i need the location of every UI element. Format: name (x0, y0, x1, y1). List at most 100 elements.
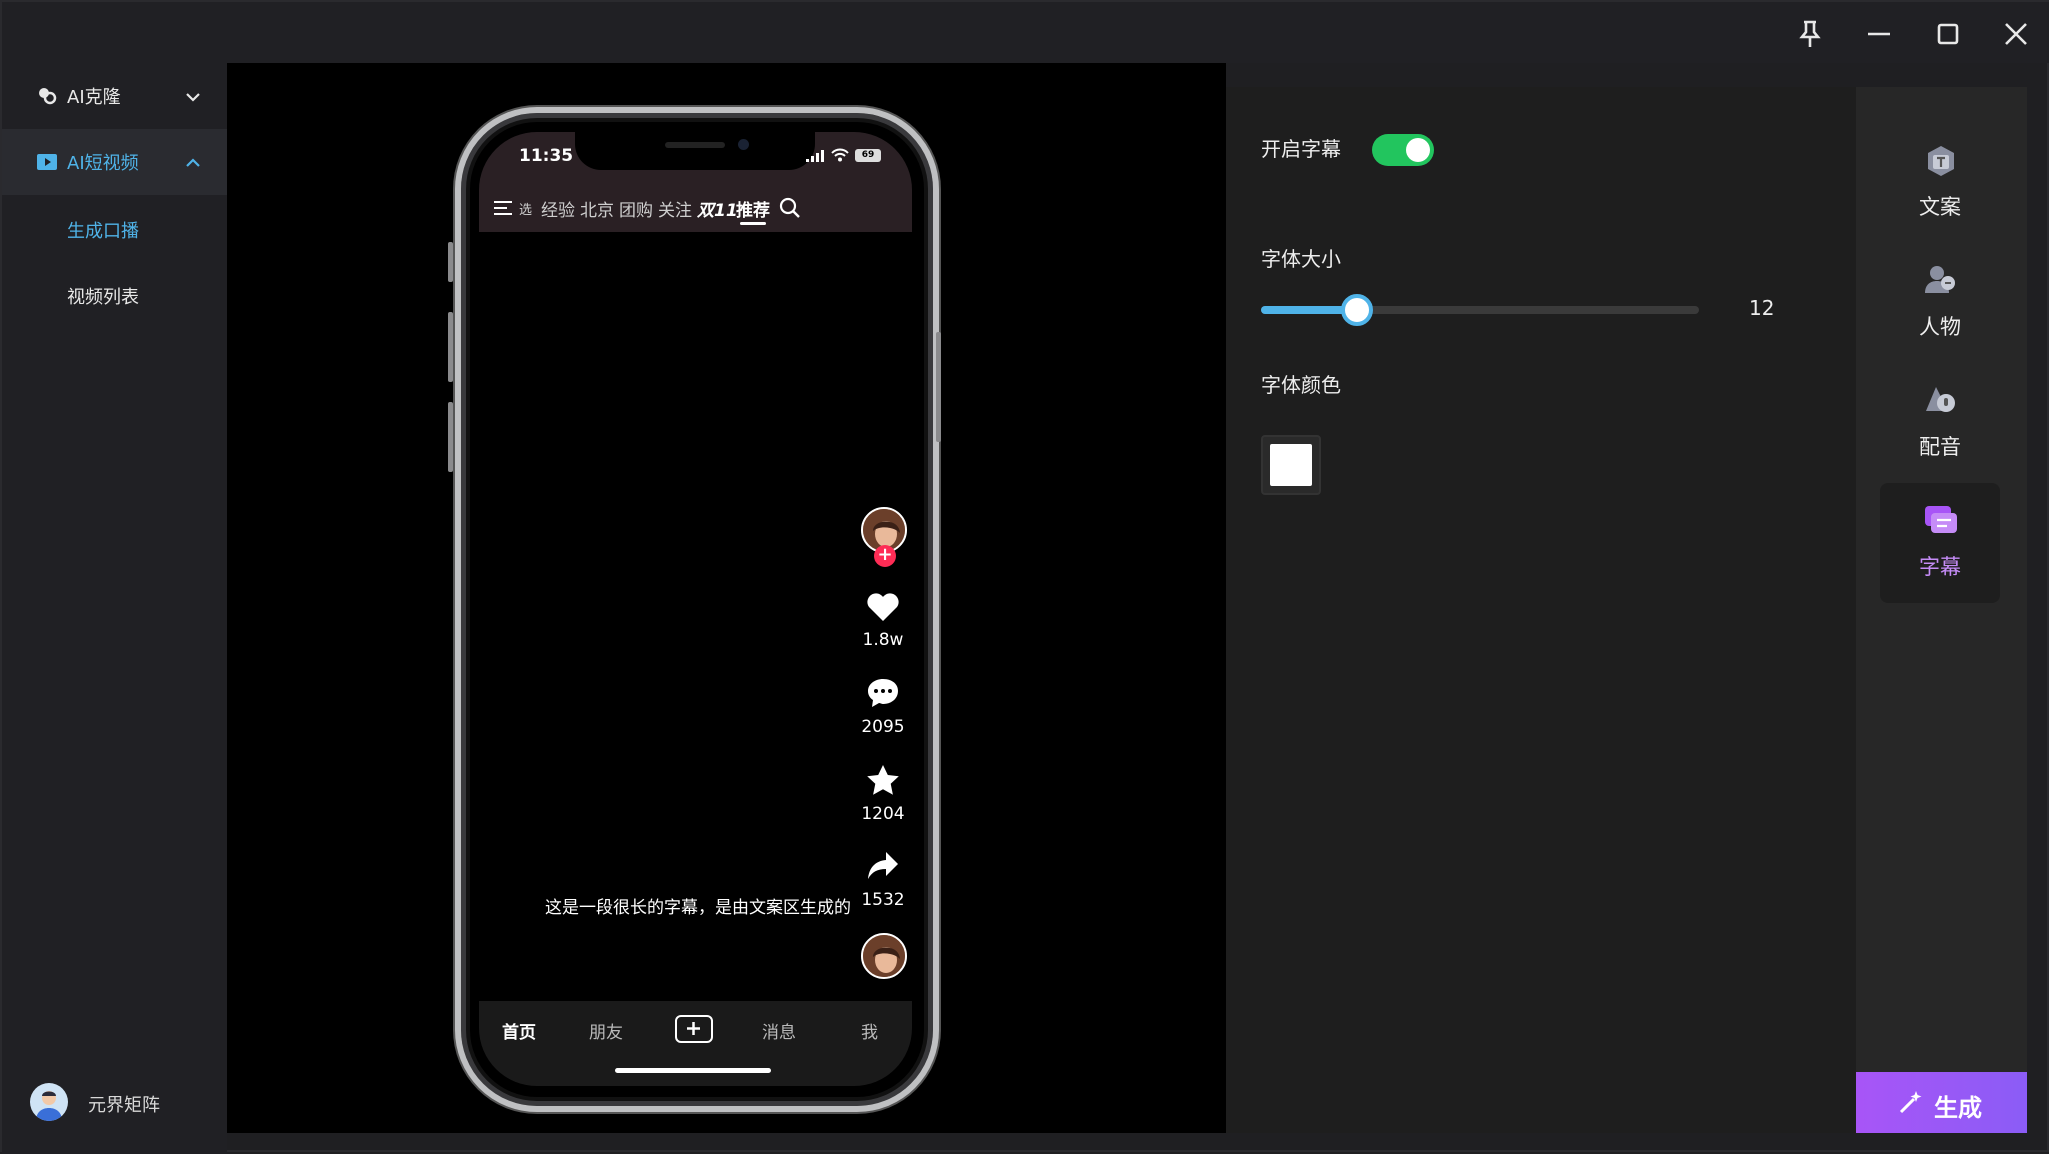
tab-following[interactable]: 关注 (658, 196, 692, 221)
subtitle-toggle-label: 开启字幕 (1261, 137, 1341, 161)
avatar (30, 1083, 68, 1121)
pin-button[interactable] (1790, 14, 1830, 54)
chevron-down-icon (186, 93, 200, 102)
person-icon (1925, 266, 1955, 293)
search-icon[interactable] (778, 196, 802, 220)
status-time: 11:35 (519, 146, 574, 166)
phone-volume-down (448, 402, 453, 472)
sidebar: AI克隆 AI短视频 生成口播 视频列表 元界矩阵 (2, 63, 227, 1154)
home-indicator (615, 1068, 771, 1073)
sidebar-group-label: AI克隆 (67, 87, 121, 108)
generate-button[interactable]: 生成 (1856, 1072, 2027, 1133)
plus-icon (687, 1022, 700, 1035)
heart-icon (867, 593, 899, 621)
music-disc-avatar[interactable] (861, 933, 907, 979)
app-window: AI克隆 AI短视频 生成口播 视频列表 元界矩阵 11:35 69 选 经验 … (0, 0, 2049, 1154)
tab-experience[interactable]: 经验 (541, 196, 575, 221)
tool-voiceover[interactable]: 配音 (1880, 363, 2000, 483)
subtitle-toggle[interactable] (1372, 134, 1434, 166)
close-button[interactable] (1996, 14, 2036, 54)
sidebar-item-label: 生成口播 (67, 221, 139, 242)
chevron-up-icon (186, 158, 200, 167)
pin-icon (1799, 20, 1821, 47)
comment-count: 2095 (861, 717, 905, 737)
sidebar-group-ai-short-video[interactable]: AI短视频 (2, 129, 227, 195)
tab-double-11[interactable]: 双11 (697, 196, 738, 221)
music-disc-image (863, 935, 905, 977)
tool-label: 人物 (1919, 315, 1961, 339)
share-action[interactable]: 1532 (854, 850, 912, 910)
like-count: 1.8w (862, 630, 904, 650)
bottom-nav-home[interactable]: 首页 (502, 1018, 536, 1043)
star-icon (867, 765, 899, 795)
font-size-value: 12 (1749, 296, 1775, 320)
tool-sidebar: 文案 人物 配音 字幕 (1856, 87, 2027, 1072)
user-name: 元界矩阵 (88, 1095, 160, 1116)
tab-beijing[interactable]: 北京 (580, 196, 614, 221)
color-preview (1270, 444, 1312, 486)
bottom-nav-friends[interactable]: 朋友 (589, 1018, 623, 1043)
create-post-button[interactable] (675, 1015, 713, 1043)
notch-speaker (665, 142, 725, 148)
follow-plus-badge[interactable]: + (874, 545, 896, 567)
tool-subtitle[interactable]: 字幕 (1880, 483, 2000, 603)
tool-copywriting[interactable]: 文案 (1880, 123, 2000, 243)
sidebar-item-video-list[interactable]: 视频列表 (2, 261, 227, 327)
magic-wand-icon (1899, 1091, 1922, 1114)
video-icon (37, 154, 57, 170)
phone-mute-switch (448, 242, 453, 282)
tab-featured[interactable]: 选 (519, 199, 532, 218)
slider-thumb[interactable] (1341, 294, 1374, 326)
user-avatar-icon (36, 1091, 62, 1121)
favorite-action[interactable]: 1204 (854, 764, 912, 824)
feed-tabs: 选 经验 北京 团购 关注 双11 推荐 (479, 184, 912, 232)
tool-label: 文案 (1919, 195, 1961, 219)
bottom-nav: 首页 朋友 消息 我 (479, 1001, 912, 1086)
menu-icon[interactable] (493, 200, 513, 216)
sidebar-group-label: AI短视频 (67, 153, 139, 174)
font-color-swatch[interactable] (1261, 435, 1321, 495)
bottom-nav-me[interactable]: 我 (861, 1018, 878, 1043)
subtitle-caption: 这是一段很长的字幕，是由文案区生成的 (545, 898, 851, 918)
tool-label: 字幕 (1919, 555, 1961, 579)
phone-volume-up (448, 312, 453, 382)
signal-icon (806, 150, 824, 162)
bottom-nav-messages[interactable]: 消息 (762, 1018, 796, 1043)
favorite-count: 1204 (861, 804, 905, 824)
maximize-button[interactable] (1928, 14, 1968, 54)
voiceover-icon (1926, 387, 1955, 412)
comment-icon (868, 679, 898, 707)
minimize-button[interactable] (1859, 14, 1899, 54)
status-bar: 11:35 69 选 经验 北京 团购 关注 双11 推荐 (479, 132, 912, 232)
toggle-knob (1406, 138, 1430, 162)
sidebar-item-generate-broadcast[interactable]: 生成口播 (2, 195, 227, 261)
tool-label: 配音 (1919, 435, 1961, 459)
like-action[interactable]: 1.8w (854, 592, 912, 650)
phone-power-button (936, 332, 941, 442)
user-profile[interactable]: 元界矩阵 (30, 1081, 220, 1125)
notch-camera (738, 139, 749, 150)
tab-recommended[interactable]: 推荐 (736, 196, 770, 221)
font-color-label: 字体颜色 (1261, 373, 1341, 397)
battery-indicator: 69 (855, 149, 881, 162)
comment-action[interactable]: 2095 (854, 677, 912, 737)
share-count: 1532 (861, 890, 905, 910)
title-bar (2, 2, 2049, 63)
sidebar-item-label: 视频列表 (67, 287, 139, 308)
close-icon (2005, 23, 2027, 45)
sidebar-group-ai-clone[interactable]: AI克隆 (2, 63, 227, 129)
copywriting-icon (1928, 146, 1954, 176)
ai-clone-icon (39, 88, 57, 105)
wifi-icon (831, 148, 849, 162)
maximize-icon (1937, 23, 1959, 45)
generate-button-label: 生成 (1934, 1094, 1982, 1122)
phone-screen: 11:35 69 选 经验 北京 团购 关注 双11 推荐 + 1.8w 209… (479, 132, 912, 1086)
active-tab-underline (740, 222, 766, 225)
tab-group-buy[interactable]: 团购 (619, 196, 653, 221)
phone-notch (575, 132, 815, 170)
tool-person[interactable]: 人物 (1880, 243, 2000, 363)
share-icon (868, 852, 898, 879)
font-size-label: 字体大小 (1261, 247, 1341, 271)
font-size-slider[interactable] (1261, 294, 1699, 326)
subtitle-icon (1925, 506, 1957, 533)
